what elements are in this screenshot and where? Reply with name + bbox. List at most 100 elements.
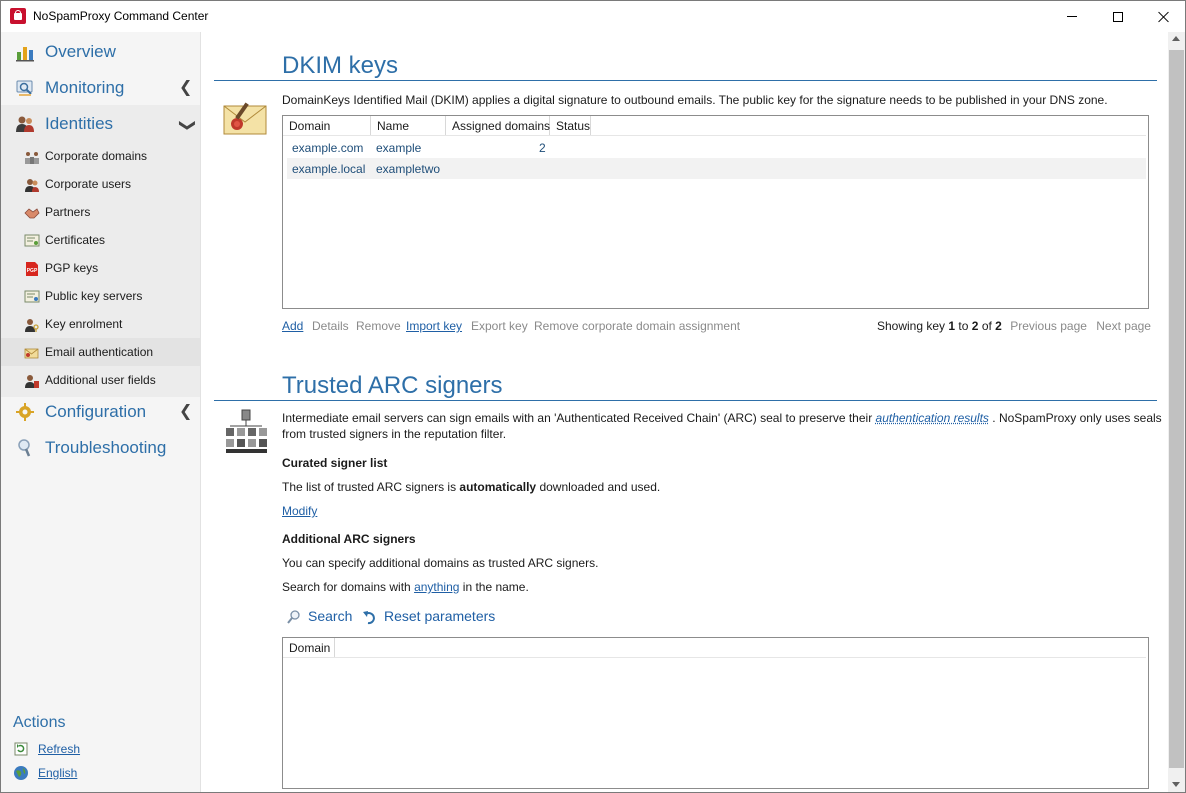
sidebar-item-label: Certificates [45, 233, 106, 247]
curated-text-bold: automatically [459, 480, 537, 494]
app-window: NoSpamProxy Command Center Overview Moni… [0, 0, 1186, 793]
cell-name: example [376, 141, 422, 155]
globe-icon [14, 766, 28, 780]
window-title: NoSpamProxy Command Center [33, 9, 209, 23]
column-header-domain[interactable]: Domain [283, 116, 371, 136]
handshake-icon [24, 208, 40, 219]
close-button[interactable] [1141, 1, 1185, 32]
sealed-envelope-icon [223, 102, 267, 135]
sidebar-item-label: Additional user fields [45, 373, 156, 387]
arc-signers-table[interactable]: Domain [282, 637, 1149, 789]
column-header-name[interactable]: Name [371, 116, 446, 136]
reset-parameters-label: Reset parameters [384, 608, 496, 624]
sidebar-item-label: Corporate domains [45, 149, 148, 163]
sidebar-item-pgp-keys[interactable]: PGP PGP keys [1, 254, 200, 282]
sidebar-item-label: Key enrolment [45, 317, 123, 331]
curated-heading: Curated signer list [282, 456, 388, 470]
pager-from: 1 [948, 319, 956, 333]
scroll-up-arrow-icon[interactable] [1172, 36, 1180, 41]
cell-name: exampletwo [376, 162, 441, 176]
dkim-keys-table[interactable]: Domain Name Assigned domains Status exam… [282, 115, 1149, 309]
minimize-button[interactable] [1049, 1, 1095, 32]
sidebar-item-public-key-servers[interactable]: Public key servers [1, 282, 200, 310]
authentication-results-link[interactable]: authentication results [876, 411, 989, 425]
nav-overview-label: Overview [45, 42, 116, 61]
nav-troubleshooting[interactable]: Troubleshooting [1, 430, 200, 466]
user-fields-icon [25, 375, 39, 388]
nav-overview[interactable]: Overview [1, 34, 200, 70]
import-key-link[interactable]: Import key [406, 319, 462, 333]
export-key-link[interactable]: Export key [471, 319, 528, 333]
undo-icon [363, 611, 375, 625]
sidebar-item-additional-user-fields[interactable]: Additional user fields [1, 366, 200, 394]
sidebar-item-partners[interactable]: Partners [1, 198, 200, 226]
refresh-link[interactable]: Refresh [38, 742, 80, 756]
cell-assigned-domains: 2 [539, 141, 546, 155]
user-key-icon [25, 319, 39, 332]
arc-table-header: Domain [283, 638, 335, 658]
monitoring-icon [16, 80, 33, 96]
refresh-icon [14, 742, 28, 756]
main-content: DKIM keys DomainKeys Identified Mail (DK… [202, 32, 1168, 792]
arc-description-part1: Intermediate email servers can sign emai… [282, 411, 876, 425]
dkim-table-header: Domain Name Assigned domains Status [283, 116, 591, 136]
sidebar-item-corporate-users[interactable]: Corporate users [1, 170, 200, 198]
svg-text:PGP: PGP [27, 268, 38, 274]
maximize-button[interactable] [1095, 1, 1141, 32]
search-icon [287, 610, 300, 624]
modify-link[interactable]: Modify [282, 504, 317, 518]
column-header-assigned-domains[interactable]: Assigned domains [446, 116, 550, 136]
additional-heading: Additional ARC signers [282, 532, 416, 546]
pager-to: 2 [971, 319, 979, 333]
remove-assignment-link[interactable]: Remove corporate domain assignment [534, 319, 740, 333]
search-text-post: in the name. [459, 580, 529, 594]
add-link[interactable]: Add [282, 319, 303, 333]
sidebar-item-corporate-domains[interactable]: Corporate domains [1, 142, 200, 170]
sidebar-item-email-authentication[interactable]: Email authentication [1, 338, 200, 366]
sidebar-item-label: Partners [45, 205, 91, 219]
pager: Showing key 1 to 2 of 2 Previous page Ne… [877, 319, 1151, 333]
email-authentication-icon [24, 348, 39, 359]
next-page-link[interactable]: Next page [1096, 319, 1151, 333]
column-header-domain[interactable]: Domain [283, 638, 335, 658]
arc-section-title: Trusted ARC signers [282, 372, 503, 399]
table-row[interactable]: example.local exampletwo [287, 158, 1146, 179]
table-row[interactable]: example.com example 2 [287, 137, 1146, 158]
app-lock-icon [10, 8, 26, 24]
details-link[interactable]: Details [312, 319, 349, 333]
pager-to-word: to [958, 319, 969, 333]
search-text-pre: Search for domains with [282, 580, 415, 594]
column-header-status[interactable]: Status [550, 116, 591, 136]
previous-page-link[interactable]: Previous page [1010, 319, 1087, 333]
sidebar-item-key-enrolment[interactable]: Key enrolment [1, 310, 200, 338]
nav-monitoring[interactable]: Monitoring ❮ [1, 70, 200, 106]
users-icon [16, 116, 34, 132]
nav-configuration[interactable]: Configuration ❮ [1, 394, 200, 430]
scroll-thumb[interactable] [1169, 50, 1184, 768]
scroll-down-arrow-icon[interactable] [1172, 782, 1180, 787]
nav-identities[interactable]: Identities ❮ [1, 106, 200, 142]
sidebar-item-certificates[interactable]: Certificates [1, 226, 200, 254]
dkim-section-title: DKIM keys [282, 52, 399, 79]
bar-chart-icon [16, 47, 34, 62]
curated-text-pre: The list of trusted ARC signers is [282, 480, 460, 494]
language-link[interactable]: English [38, 766, 77, 780]
certificate-icon [24, 234, 40, 247]
cell-domain: example.com [292, 141, 364, 155]
vertical-scrollbar[interactable] [1168, 32, 1185, 792]
nav-monitoring-label: Monitoring [45, 78, 125, 97]
close-icon [1158, 11, 1170, 23]
modify-row: Modify [282, 504, 317, 518]
pager-total: 2 [995, 319, 1002, 333]
arc-description-line2: from trusted signers in the reputation f… [282, 427, 507, 441]
title-bar: NoSpamProxy Command Center [1, 1, 1185, 32]
minimize-icon [1067, 16, 1077, 17]
additional-text: You can specify additional domains as tr… [282, 556, 599, 570]
pgp-icon: PGP [26, 262, 38, 276]
dkim-description: DomainKeys Identified Mail (DKIM) applie… [282, 93, 1108, 107]
anything-link[interactable]: anything [414, 580, 459, 594]
remove-link[interactable]: Remove [356, 319, 401, 333]
arc-description: Intermediate email servers can sign emai… [282, 410, 1162, 442]
corporate-users-icon [25, 179, 39, 192]
chevron-left-icon: ❮ [179, 79, 193, 96]
